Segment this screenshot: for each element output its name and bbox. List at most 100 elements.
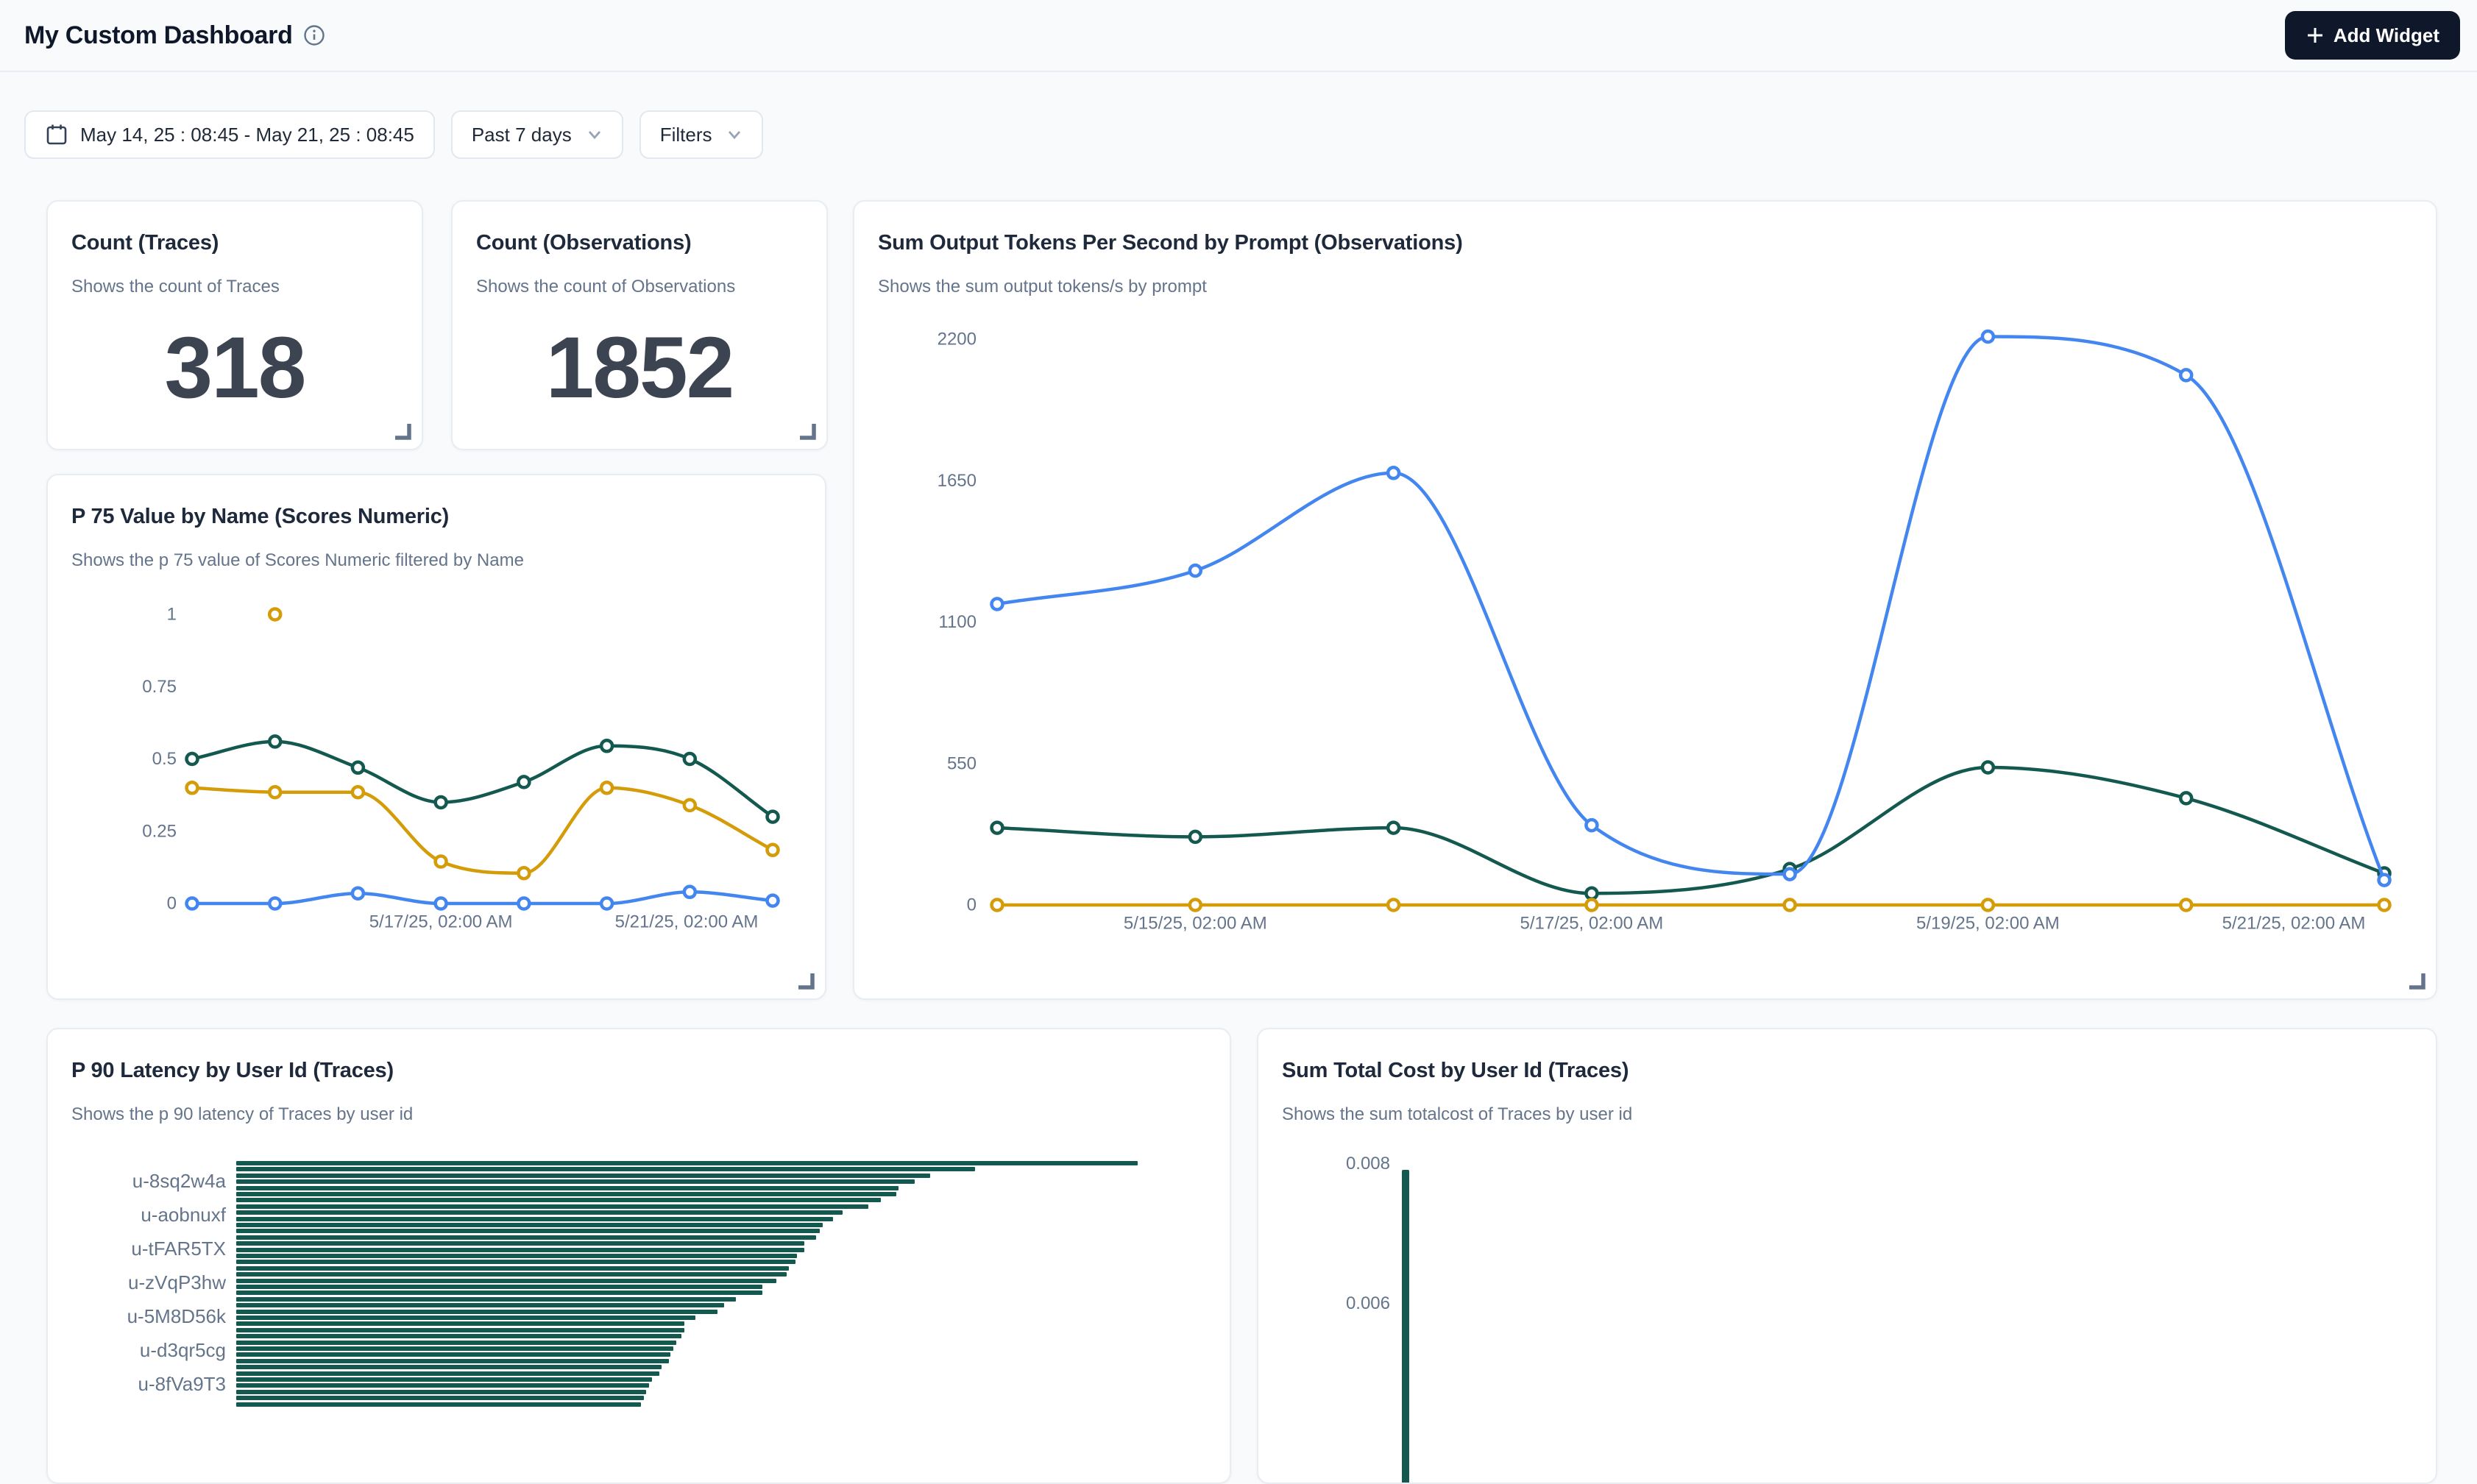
score-gold-point <box>187 782 198 793</box>
latency-bar <box>236 1229 820 1233</box>
latency-bar <box>236 1260 795 1264</box>
widget-latency-bars: P 90 Latency by User Id (Traces) Shows t… <box>46 1028 1231 1484</box>
latency-bar <box>236 1186 899 1190</box>
score-gold-point <box>601 782 612 793</box>
latency-axis-label: u-8sq2w4a <box>48 1171 226 1191</box>
score-gold-point <box>684 800 695 811</box>
resize-handle-icon[interactable] <box>394 422 411 440</box>
prompt-gold-point <box>2379 900 2390 911</box>
y-tick: 1100 <box>938 612 977 632</box>
score-blue-point <box>768 895 779 906</box>
score-teal-point <box>518 776 529 787</box>
count-traces-value: 318 <box>48 318 422 418</box>
score-gold-point <box>352 787 364 798</box>
prompt-blue-point <box>1190 565 1201 576</box>
latency-axis-label: u-8fVa9T3 <box>48 1374 226 1394</box>
score-blue-point <box>352 888 364 899</box>
score-teal-point <box>768 812 779 823</box>
y-tick: 0.25 <box>142 821 177 841</box>
x-tick: 5/21/25, 02:00 AM <box>2222 914 2366 934</box>
x-tick: 5/21/25, 02:00 AM <box>615 912 759 932</box>
latency-bar <box>236 1390 646 1394</box>
prompt-blue-point <box>1982 331 1994 342</box>
widget-subtitle: Shows the sum totalcost of Traces by use… <box>1282 1104 1632 1125</box>
filters-button[interactable]: Filters <box>639 110 764 159</box>
calendar-icon <box>45 123 68 146</box>
latency-bar <box>236 1297 736 1302</box>
resize-handle-icon[interactable] <box>2408 972 2425 990</box>
latency-bar <box>236 1174 930 1178</box>
filters-label: Filters <box>660 124 712 146</box>
latency-bar <box>236 1321 684 1326</box>
resize-handle-icon[interactable] <box>797 972 815 990</box>
latency-bar <box>236 1328 684 1332</box>
latency-bar <box>236 1235 816 1240</box>
latency-axis-label: u-zVqP3hw <box>48 1272 226 1293</box>
prompt-gold-point <box>1785 900 1796 911</box>
latency-bar <box>236 1217 833 1221</box>
widget-p75-chart: P 75 Value by Name (Scores Numeric) Show… <box>46 474 826 1000</box>
info-icon[interactable] <box>303 24 325 46</box>
p75-line-chart: 00.250.50.7515/17/25, 02:00 AM5/21/25, 0… <box>48 475 826 1000</box>
prompt-blue-line <box>997 337 2384 881</box>
y-tick: 2200 <box>938 330 977 349</box>
prompt-gold-point <box>992 900 1003 911</box>
x-tick: 5/15/25, 02:00 AM <box>1124 914 1267 934</box>
score-teal-point <box>187 753 198 764</box>
range-preset-select[interactable]: Past 7 days <box>451 110 623 159</box>
latency-bar <box>236 1223 823 1227</box>
filter-bar: May 14, 25 : 08:45 - May 21, 25 : 08:45 … <box>24 110 763 159</box>
add-widget-button[interactable]: Add Widget <box>2285 11 2460 60</box>
widget-tokens-chart: Sum Output Tokens Per Second by Prompt (… <box>853 200 2437 1000</box>
chevron-down-icon <box>726 128 743 141</box>
latency-bar <box>236 1310 717 1314</box>
x-tick: 5/17/25, 02:00 AM <box>369 912 513 932</box>
score-blue-point <box>601 898 612 909</box>
latency-bar <box>236 1279 776 1283</box>
latency-bar <box>236 1346 673 1351</box>
prompt-blue-point <box>992 599 1003 610</box>
prompt-gold-point <box>1190 900 1201 911</box>
latency-bar <box>236 1334 681 1338</box>
cost-bar <box>1402 1170 1409 1484</box>
widget-title: Count (Observations) <box>476 231 691 255</box>
prompt-blue-point <box>1388 467 1399 478</box>
prompt-blue-point <box>1785 869 1796 880</box>
latency-bar <box>236 1359 669 1363</box>
prompt-teal-point <box>1586 888 1597 899</box>
widget-cost-bars: Sum Total Cost by User Id (Traces) Shows… <box>1257 1028 2437 1484</box>
resize-handle-icon[interactable] <box>798 422 816 440</box>
count-observations-value: 1852 <box>453 318 826 418</box>
y-tick: 0.5 <box>152 749 177 769</box>
latency-bar <box>236 1377 652 1382</box>
latency-bar <box>236 1316 695 1320</box>
score-blue-point <box>684 887 695 898</box>
cost-ytick: 0.008 <box>1258 1154 1390 1174</box>
prompt-teal-point <box>1190 831 1201 842</box>
widget-subtitle: Shows the count of Observations <box>476 277 735 297</box>
score-gold-point <box>768 845 779 856</box>
x-tick: 5/17/25, 02:00 AM <box>1520 914 1663 934</box>
dashboard-title: My Custom Dashboard <box>24 21 293 50</box>
x-tick: 5/19/25, 02:00 AM <box>1916 914 2060 934</box>
latency-bar <box>236 1272 787 1277</box>
latency-bar <box>236 1341 676 1345</box>
score-blue-point <box>187 898 198 909</box>
prompt-gold-point <box>1388 900 1399 911</box>
score-gold-point <box>269 787 280 798</box>
widget-title: Count (Traces) <box>71 231 219 255</box>
page-title: My Custom Dashboard <box>24 0 325 71</box>
latency-bar <box>236 1204 868 1209</box>
plus-icon <box>2306 26 2325 45</box>
latency-bar <box>236 1248 804 1252</box>
y-tick: 0 <box>967 895 977 915</box>
add-widget-label: Add Widget <box>2334 24 2439 47</box>
y-tick: 1 <box>167 605 177 625</box>
latency-axis-label: u-d3qr5cg <box>48 1340 226 1360</box>
prompt-blue-point <box>1586 820 1597 831</box>
y-tick: 0.75 <box>142 677 177 697</box>
prompt-teal-point <box>1388 823 1399 834</box>
score-teal-point <box>352 762 364 773</box>
score-teal-point <box>601 740 612 751</box>
date-range-picker[interactable]: May 14, 25 : 08:45 - May 21, 25 : 08:45 <box>24 110 435 159</box>
